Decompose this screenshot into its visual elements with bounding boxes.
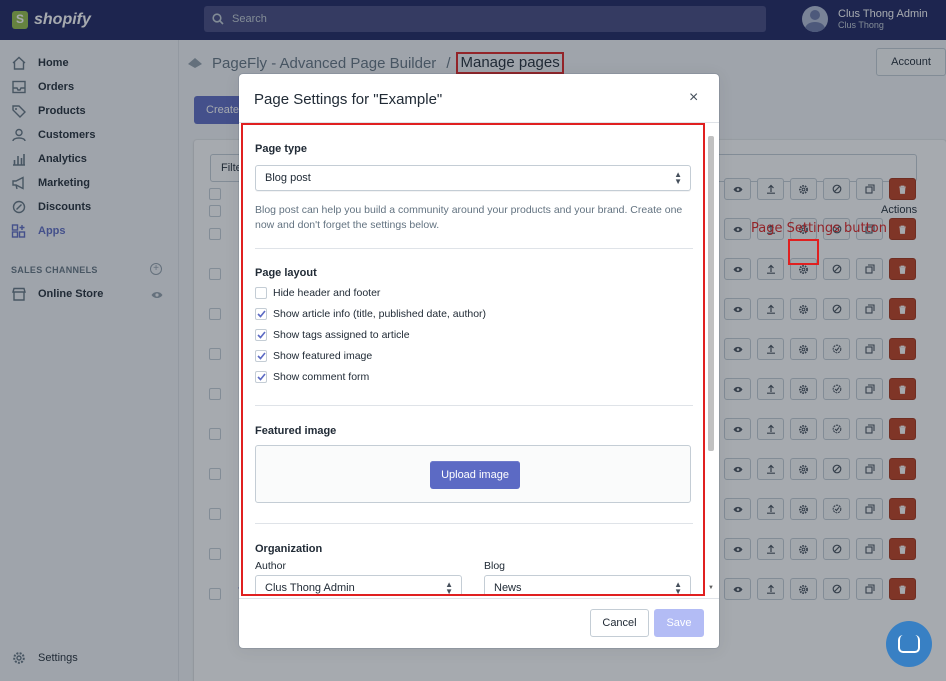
divider [255, 405, 693, 406]
layout-option-label: Show comment form [273, 371, 370, 383]
page-type-select[interactable]: Blog post ▲ ▼ [255, 165, 691, 191]
layout-option[interactable]: Show article info (title, published date… [255, 308, 486, 320]
layout-option-label: Show article info (title, published date… [273, 308, 487, 320]
modal-title: Page Settings for "Example" [254, 91, 443, 108]
page-layout-title: Page layout [255, 267, 317, 279]
select-arrows-icon: ▲ ▼ [674, 580, 682, 596]
author-value: Clus Thong Admin [265, 582, 355, 594]
close-icon[interactable]: × [689, 90, 698, 106]
layout-option-label: Show featured image [273, 350, 373, 362]
divider [239, 598, 719, 599]
page-type-title: Page type [255, 143, 307, 155]
divider [255, 523, 693, 524]
page-type-value: Blog post [265, 172, 311, 184]
author-label: Author [255, 560, 286, 572]
scroll-down-arrow-icon[interactable]: ▼ [708, 585, 714, 591]
layout-option-label: Hide header and footer [273, 287, 381, 299]
checkbox-checked[interactable] [255, 371, 267, 383]
select-arrows-icon: ▲ ▼ [674, 170, 682, 186]
layout-option[interactable]: Show tags assigned to article [255, 329, 410, 341]
divider [255, 248, 693, 249]
select-arrows-icon: ▲ ▼ [445, 580, 453, 596]
blog-value: News [494, 582, 522, 594]
layout-option[interactable]: Hide header and footer [255, 287, 380, 299]
checkbox-unchecked[interactable] [255, 287, 267, 299]
upload-image-button[interactable]: Upload image [430, 461, 520, 489]
chat-icon [898, 635, 920, 653]
cancel-button[interactable]: Cancel [590, 609, 649, 637]
layout-option-label: Show tags assigned to article [273, 329, 410, 341]
modal-scrollbar[interactable]: ▼ [708, 136, 716, 591]
featured-image-dropzone[interactable]: Upload image [255, 445, 691, 503]
blog-select[interactable]: News ▲ ▼ [484, 575, 691, 596]
layout-option[interactable]: Show featured image [255, 350, 372, 362]
settings-highlight-frame: Page type Blog post ▲ ▼ Blog post can hel… [241, 123, 705, 596]
checkbox-checked[interactable] [255, 350, 267, 362]
featured-image-title: Featured image [255, 425, 337, 437]
scrollbar-thumb[interactable] [708, 136, 714, 451]
checkbox-checked[interactable] [255, 308, 267, 320]
chat-widget-button[interactable] [886, 621, 932, 667]
page-type-help: Blog post can help you build a community… [255, 204, 683, 231]
checkbox-checked[interactable] [255, 329, 267, 341]
layout-option[interactable]: Show comment form [255, 371, 369, 383]
page-settings-modal: Page Settings for "Example" × Page type … [239, 74, 719, 648]
author-select[interactable]: Clus Thong Admin ▲ ▼ [255, 575, 462, 596]
save-button[interactable]: Save [654, 609, 704, 637]
organization-title: Organization [255, 543, 323, 555]
blog-label: Blog [484, 560, 506, 572]
